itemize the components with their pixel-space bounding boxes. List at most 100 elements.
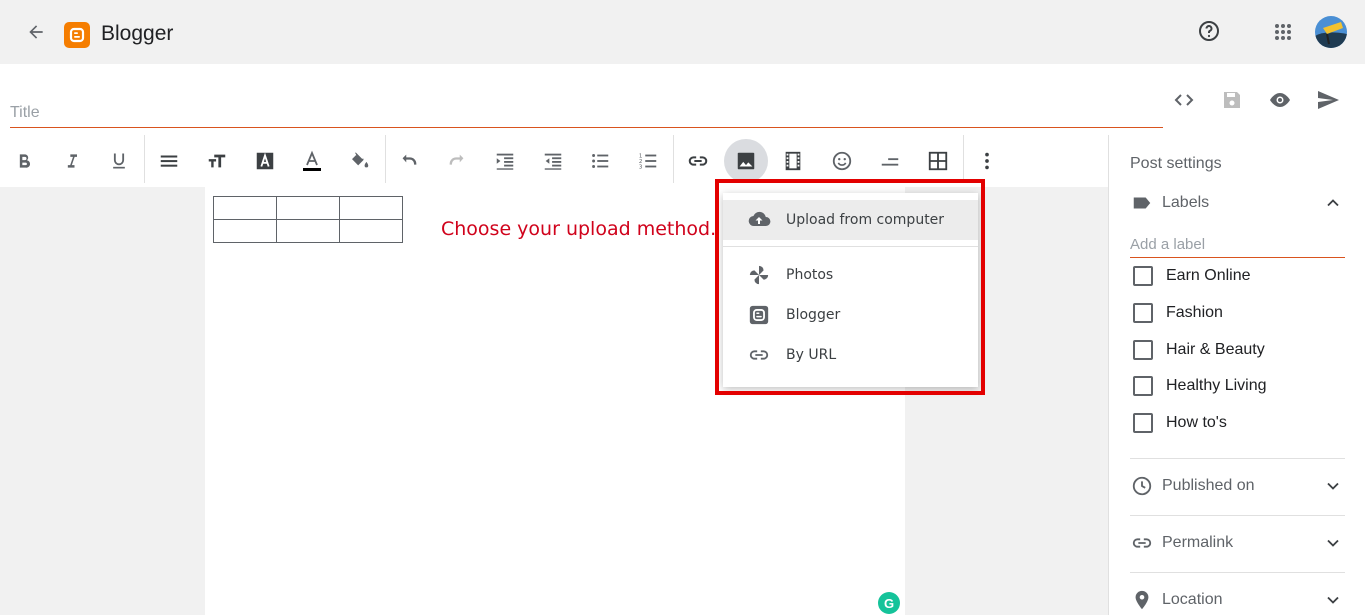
italic-icon[interactable] bbox=[50, 139, 94, 183]
menu-item-label: Photos bbox=[786, 267, 834, 283]
label-option[interactable]: Fashion bbox=[1133, 301, 1223, 325]
undo-icon[interactable] bbox=[387, 139, 431, 183]
menu-divider bbox=[723, 246, 978, 247]
table-cell[interactable] bbox=[339, 219, 403, 243]
post-actions bbox=[1172, 88, 1340, 112]
section-divider bbox=[1130, 515, 1345, 516]
link-icon[interactable] bbox=[676, 139, 720, 183]
chevron-down-icon[interactable] bbox=[1321, 531, 1345, 555]
checkbox[interactable] bbox=[1133, 266, 1153, 286]
section-label: Permalink bbox=[1162, 534, 1234, 551]
redo-icon[interactable] bbox=[435, 139, 479, 183]
link-icon bbox=[747, 343, 771, 367]
emoji-icon[interactable] bbox=[820, 139, 864, 183]
underline-icon[interactable] bbox=[97, 139, 141, 183]
label-tag-icon bbox=[1130, 191, 1154, 215]
editor-table[interactable] bbox=[213, 196, 403, 243]
checkbox[interactable] bbox=[1133, 303, 1153, 323]
text-color-icon[interactable] bbox=[290, 139, 334, 183]
label-option-text: Healthy Living bbox=[1166, 377, 1267, 394]
menu-item-by-url[interactable]: By URL bbox=[723, 335, 978, 375]
preview-eye-icon[interactable] bbox=[1268, 88, 1292, 112]
annotation-text: Choose your upload method. bbox=[441, 218, 717, 240]
chevron-down-icon[interactable] bbox=[1321, 474, 1345, 498]
table-cell[interactable] bbox=[339, 196, 403, 220]
menu-item-label: Upload from computer bbox=[786, 212, 945, 228]
label-option-text: Fashion bbox=[1166, 304, 1223, 321]
blogger-logo-icon bbox=[64, 22, 90, 48]
grammarly-icon[interactable]: G bbox=[878, 592, 900, 614]
back-arrow-icon[interactable] bbox=[22, 18, 50, 46]
font-size-icon[interactable] bbox=[195, 139, 239, 183]
section-divider bbox=[1130, 458, 1345, 459]
label-option[interactable]: Hair & Beauty bbox=[1133, 338, 1265, 362]
location-section[interactable]: Location bbox=[1130, 582, 1345, 615]
clock-icon bbox=[1130, 474, 1154, 498]
bold-icon[interactable] bbox=[2, 139, 46, 183]
table-cell[interactable] bbox=[213, 219, 277, 243]
section-divider bbox=[1130, 572, 1345, 573]
svg-text:3: 3 bbox=[639, 164, 643, 170]
app-bar: Blogger bbox=[0, 0, 1365, 64]
post-title-input[interactable] bbox=[10, 98, 1163, 128]
numbered-list-icon[interactable]: 123 bbox=[626, 139, 670, 183]
toolbar-divider bbox=[673, 135, 674, 183]
table-cell[interactable] bbox=[213, 196, 277, 220]
divider-line-icon[interactable] bbox=[868, 139, 912, 183]
indent-icon[interactable] bbox=[483, 139, 527, 183]
publish-send-icon[interactable] bbox=[1316, 88, 1340, 112]
app-title: Blogger bbox=[101, 22, 174, 45]
html-view-icon[interactable] bbox=[1172, 88, 1196, 112]
section-label: Location bbox=[1162, 591, 1223, 608]
label-option[interactable]: How to's bbox=[1133, 411, 1227, 435]
label-option[interactable]: Earn Online bbox=[1133, 264, 1251, 288]
permalink-section[interactable]: Permalink bbox=[1130, 525, 1345, 561]
table-cell[interactable] bbox=[276, 196, 340, 220]
help-icon[interactable] bbox=[1197, 19, 1221, 43]
menu-item-label: By URL bbox=[786, 347, 837, 363]
link-icon bbox=[1130, 531, 1154, 555]
chevron-up-icon[interactable] bbox=[1321, 191, 1345, 215]
section-label: Labels bbox=[1162, 194, 1210, 211]
outdent-icon[interactable] bbox=[531, 139, 575, 183]
toolbar-divider bbox=[385, 135, 386, 183]
bulleted-list-icon[interactable] bbox=[578, 139, 622, 183]
insert-image-icon[interactable] bbox=[724, 139, 768, 183]
upload-menu: Upload from computer Photos Blogger By U… bbox=[723, 193, 978, 387]
checkbox[interactable] bbox=[1133, 413, 1153, 433]
section-label: Published on bbox=[1162, 477, 1255, 494]
sidebar-title: Post settings bbox=[1130, 155, 1222, 172]
chevron-down-icon[interactable] bbox=[1321, 588, 1345, 612]
more-vert-icon[interactable] bbox=[965, 139, 1009, 183]
avatar[interactable] bbox=[1315, 16, 1347, 48]
table-icon[interactable] bbox=[916, 139, 960, 183]
menu-item-blogger[interactable]: Blogger bbox=[723, 295, 978, 335]
text-style-icon[interactable] bbox=[243, 139, 287, 183]
align-icon[interactable] bbox=[147, 139, 191, 183]
labels-section-header[interactable]: Labels bbox=[1130, 185, 1345, 221]
add-label-input[interactable] bbox=[1130, 232, 1345, 258]
post-settings-sidebar: Post settings Labels Earn Online Fashion… bbox=[1108, 135, 1365, 615]
menu-item-photos[interactable]: Photos bbox=[723, 255, 978, 295]
menu-item-upload-from-computer[interactable]: Upload from computer bbox=[723, 200, 978, 240]
label-option-text: Hair & Beauty bbox=[1166, 341, 1265, 358]
toolbar-divider bbox=[144, 135, 145, 183]
menu-item-label: Blogger bbox=[786, 307, 841, 323]
apps-grid-icon[interactable] bbox=[1271, 20, 1295, 44]
toolbar-divider bbox=[963, 135, 964, 183]
checkbox[interactable] bbox=[1133, 376, 1153, 396]
table-cell[interactable] bbox=[276, 219, 340, 243]
save-icon[interactable] bbox=[1220, 88, 1244, 112]
label-option-text: Earn Online bbox=[1166, 267, 1251, 284]
label-option[interactable]: Healthy Living bbox=[1133, 374, 1267, 398]
formatting-toolbar: 123 bbox=[0, 135, 1108, 187]
checkbox[interactable] bbox=[1133, 340, 1153, 360]
highlight-color-icon[interactable] bbox=[338, 139, 382, 183]
published-on-section[interactable]: Published on bbox=[1130, 468, 1345, 504]
label-option-text: How to's bbox=[1166, 414, 1227, 431]
insert-video-icon[interactable] bbox=[771, 139, 815, 183]
cloud-upload-icon bbox=[747, 208, 771, 232]
location-pin-icon bbox=[1130, 588, 1154, 612]
pinwheel-icon bbox=[747, 263, 771, 287]
blogger-icon bbox=[747, 303, 771, 327]
